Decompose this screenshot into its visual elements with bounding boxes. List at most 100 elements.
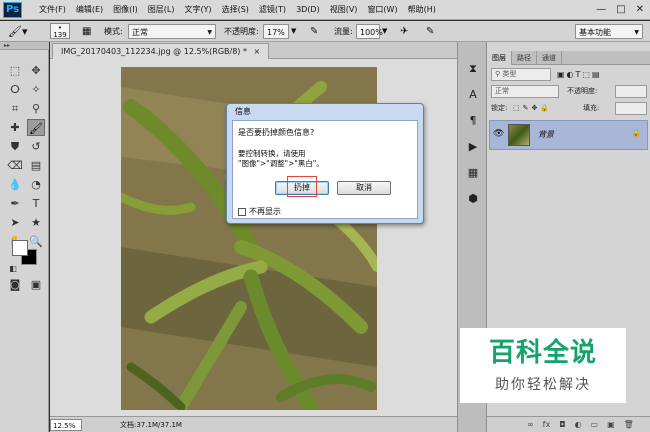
workspace-value: 基本功能 [579,28,611,37]
type-tool-icon[interactable]: T [27,195,45,212]
gradient-tool-icon[interactable]: ▤ [27,157,45,174]
pressure-opacity-icon[interactable]: ✎ [310,24,318,39]
actions-panel-icon[interactable]: ▶ [464,138,482,156]
maximize-icon[interactable]: □ [616,4,625,16]
airbrush-icon[interactable]: ✈ [400,24,408,39]
layer-row[interactable]: 👁 背景 🔒 [489,120,648,150]
tab-close-icon[interactable]: × [254,47,261,56]
menu-type[interactable]: 文字(Y) [179,0,216,20]
menu-help[interactable]: 帮助(H) [403,0,441,20]
layer-opacity-field[interactable] [615,85,647,98]
path-selection-tool-icon[interactable]: ➤ [6,214,24,231]
brush-tool-icon[interactable]: 🖌▾ [8,24,28,39]
blend-mode-select[interactable]: 正常 [491,85,559,98]
flow-label: 流量: [334,27,353,36]
document-area: IMG_20170403_112234.jpg @ 12.5%(RGB/8) *… [50,42,457,432]
document-tab-bar: IMG_20170403_112234.jpg @ 12.5%(RGB/8) *… [50,42,457,59]
paragraph-panel-icon[interactable]: ¶ [464,112,482,130]
lock-label: 锁定: [491,104,508,112]
menu-window[interactable]: 窗口(W) [362,0,402,20]
eyedropper-tool-icon[interactable]: ⚲ [27,100,45,117]
menu-edit[interactable]: 编辑(E) [71,0,108,20]
blur-tool-icon[interactable]: 💧 [6,176,24,193]
layer-filter-select[interactable]: ⚲ 类型 [491,68,551,81]
tab-layers[interactable]: 图层 [487,51,512,65]
swatches-panel-icon[interactable]: ▦ [464,164,482,182]
dialog-info-line2: "图像">"调整">"黑白"。 [238,159,324,168]
magic-wand-tool-icon[interactable]: ✧ [27,81,45,98]
link-layers-icon[interactable]: ∞ [527,420,534,429]
layer-mask-icon[interactable]: ◘ [559,420,565,429]
menu-filter[interactable]: 滤镜(T) [254,0,291,20]
brush-preset-picker[interactable]: • 139 [50,23,70,39]
layer-thumbnail [508,124,530,146]
move-tool-icon[interactable]: ✥ [27,62,45,79]
dont-show-label: 不再显示 [249,207,281,216]
lock-icons[interactable]: ⬚✎✥🔒 [513,102,552,115]
minimize-icon[interactable]: — [596,4,606,16]
flow-dropdown-icon[interactable]: ▼ [382,24,387,39]
default-colors-icon[interactable]: ◧ [4,260,22,277]
lasso-tool-icon[interactable]: ⵔ [6,81,24,98]
eraser-tool-icon[interactable]: ⌫ [6,157,24,174]
layer-style-icon[interactable]: fx [543,420,551,429]
screen-mode-icon[interactable]: ▣ [27,276,45,293]
brush-tool-icon[interactable]: 🖌 [27,119,45,136]
eye-icon[interactable]: 👁 [493,129,504,139]
dont-show-checkbox[interactable]: 不再显示 [238,207,281,217]
menu-select[interactable]: 选择(S) [217,0,254,20]
opacity-dropdown-icon[interactable]: ▼ [291,24,296,39]
zoom-tool-icon[interactable]: 🔍 [27,233,45,250]
adjustment-layer-icon[interactable]: ◐ [575,420,582,429]
crop-tool-icon[interactable]: ⌗ [6,100,24,117]
fill-field[interactable] [615,102,647,115]
character-panel-icon[interactable]: A [464,86,482,104]
menu-view[interactable]: 视图(V) [325,0,363,20]
menu-bar: Ps 文件(F) 编辑(E) 图像(I) 图层(L) 文字(Y) 选择(S) 滤… [0,0,650,20]
fill-label: 填充: [583,104,600,112]
document-tab[interactable]: IMG_20170403_112234.jpg @ 12.5%(RGB/8) *… [52,43,270,59]
quick-mask-icon[interactable]: ◙ [6,276,24,293]
clone-stamp-tool-icon[interactable]: ⛊ [6,138,24,155]
mode-select[interactable]: 正常 ▼ [128,24,216,39]
tab-channels[interactable]: 通道 [537,51,562,65]
menu-layer[interactable]: 图层(L) [143,0,180,20]
highlight-box [287,176,317,197]
history-brush-tool-icon[interactable]: ↺ [27,138,45,155]
marquee-tool-icon[interactable]: ⬚ [6,62,24,79]
workspace-select[interactable]: 基本功能 ▼ [575,24,643,39]
new-group-icon[interactable]: ▭ [591,420,599,429]
menu-file[interactable]: 文件(F) [34,0,71,20]
watermark-title: 百科全说 [488,338,597,368]
new-layer-icon[interactable]: ▣ [607,420,615,429]
lock-icon: 🔒 [631,128,641,137]
zoom-field[interactable]: 12.5% [50,419,82,431]
watermark-subtitle: 助你轻松解决 [495,377,591,393]
dialog-title: 信息 [235,107,251,116]
opacity-field[interactable]: 17% [263,24,289,39]
watermark-logo: 百科全说 助你轻松解决 [460,328,626,403]
brush-panel-icon[interactable]: ▦ [82,24,91,39]
history-panel-icon[interactable]: ⧗ [464,60,482,78]
layer-filter-icons[interactable]: ▣◐T⬚▤ [557,68,602,81]
menu-3d[interactable]: 3D(D) [291,0,325,20]
dodge-tool-icon[interactable]: ◔ [27,176,45,193]
menu-image[interactable]: 图像(I) [108,0,143,20]
document-size[interactable]: 文档:37.1M/37.1M [120,419,182,431]
healing-brush-tool-icon[interactable]: ✚ [6,119,24,136]
delete-layer-icon[interactable]: 🗑 [624,420,634,429]
checkbox-box[interactable] [238,208,246,216]
collapse-icon[interactable]: ▸▸ [0,42,49,50]
layer-name[interactable]: 背景 [538,121,554,149]
foreground-color[interactable] [12,240,28,256]
layers-panel-footer: ∞ fx ◘ ◐ ▭ ▣ 🗑 [487,416,650,432]
flow-field[interactable]: 100% [356,24,383,39]
3d-panel-icon[interactable]: ⬢ [464,190,482,208]
close-icon[interactable]: ✕ [636,4,644,16]
opacity-label: 不透明度: [224,27,259,36]
pen-tool-icon[interactable]: ✒ [6,195,24,212]
cancel-button[interactable]: 取消 [337,181,391,195]
shape-tool-icon[interactable]: ★ [27,214,45,231]
pressure-size-icon[interactable]: ✎ [426,24,434,39]
tab-paths[interactable]: 路径 [512,51,537,65]
